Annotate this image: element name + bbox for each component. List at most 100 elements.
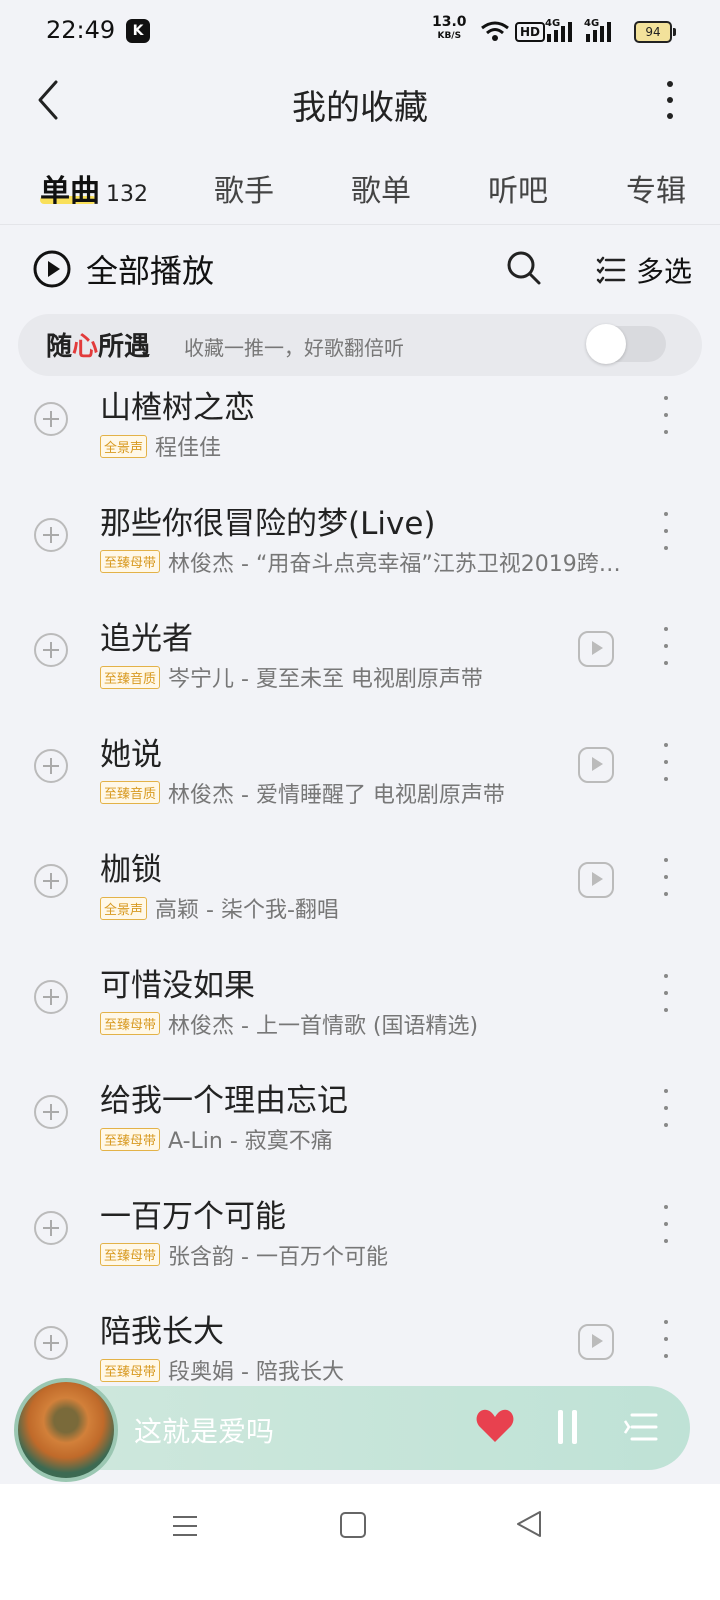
add-to-playlist-icon[interactable]: [34, 1095, 68, 1129]
toggle-knob: [586, 324, 626, 364]
status-time: 22:49: [46, 16, 116, 44]
network-speed-unit: KB/S: [437, 31, 462, 41]
quality-tag: 至臻母带: [100, 1243, 161, 1266]
add-to-playlist-icon[interactable]: [34, 517, 68, 552]
multi-select-button[interactable]: 多选: [596, 250, 692, 290]
video-play-icon[interactable]: [578, 746, 614, 783]
video-play-icon[interactable]: [578, 1324, 614, 1360]
song-more-icon[interactable]: [660, 742, 672, 783]
nav-back-icon[interactable]: [516, 1510, 542, 1538]
tab-listen-bar[interactable]: 听吧: [488, 166, 548, 210]
song-meta: 至臻母带 林俊杰 - 上一首情歌 (国语精选): [100, 1006, 630, 1042]
playlist-queue-icon[interactable]: [624, 1412, 658, 1442]
song-more-icon[interactable]: [660, 1320, 672, 1360]
encounter-subtitle: 收藏一推一，好歌翻倍听: [184, 336, 404, 360]
song-artist-album: 林俊杰 - “用奋斗点亮幸福”江苏卫视2019跨…: [168, 551, 621, 577]
song-more-icon[interactable]: [660, 858, 672, 898]
encounter-title-part-2: 所遇: [98, 332, 151, 362]
hd-voice-icon: HD: [515, 22, 546, 42]
song-title[interactable]: 枷锁: [100, 844, 162, 889]
add-to-playlist-icon[interactable]: [34, 748, 68, 783]
encounter-title-part-1: 随: [46, 332, 73, 362]
song-meta: 至臻音质 林俊杰 - 爱情睡醒了 电视剧原声带: [100, 775, 630, 811]
quality-tag: 至臻母带: [100, 1127, 161, 1151]
song-title[interactable]: 那些你很冒险的梦(Live): [100, 498, 436, 543]
song-artist-album: 林俊杰 - 爱情睡醒了 电视剧原声带: [168, 782, 505, 808]
song-artist-album: 程佳佳: [155, 436, 222, 461]
tab-singles-label: 单曲: [40, 174, 100, 209]
add-to-playlist-icon[interactable]: [34, 1326, 68, 1360]
song-meta: 至臻母带 段奥娟 - 陪我长大: [100, 1352, 630, 1386]
add-to-playlist-icon[interactable]: [34, 633, 68, 667]
song-row[interactable]: 追光者 至臻音质 岑宁儿 - 夏至未至 电视剧原声带: [0, 607, 720, 722]
tab-artists[interactable]: 歌手: [214, 166, 274, 210]
search-icon[interactable]: [506, 250, 542, 286]
song-row[interactable]: 那些你很冒险的梦(Live) 至臻母带 林俊杰 - “用奋斗点亮幸福”江苏卫视201…: [0, 492, 720, 607]
tab-playlists[interactable]: 歌单: [351, 166, 411, 210]
quality-tag: 至臻母带: [100, 1358, 161, 1382]
song-row[interactable]: 她说 至臻音质 林俊杰 - 爱情睡醒了 电视剧原声带: [0, 723, 720, 838]
song-more-icon[interactable]: [660, 973, 672, 1014]
song-more-icon[interactable]: [660, 1089, 672, 1129]
more-options-icon[interactable]: [660, 78, 680, 122]
heart-icon[interactable]: [475, 1408, 515, 1444]
song-more-icon[interactable]: [660, 396, 672, 436]
song-meta: 至臻音质 岑宁儿 - 夏至未至 电视剧原声带: [100, 659, 630, 695]
encounter-title-heart: 心: [72, 332, 99, 362]
song-row[interactable]: 枷锁 全景声 高颖 - 柒个我-翻唱: [0, 838, 720, 953]
wifi-icon: [481, 21, 509, 41]
tab-singles-count: 132: [106, 182, 148, 207]
add-to-playlist-icon[interactable]: [34, 864, 68, 898]
mini-player[interactable]: 这就是爱吗: [14, 1378, 690, 1482]
tab-singles[interactable]: 单曲 132: [40, 166, 148, 210]
song-list: 山楂树之恋 全景声 程佳佳 那些你很冒险的梦(Live) 至臻母带 林俊杰 - “用奋斗点…: [0, 376, 720, 1386]
multi-select-label: 多选: [636, 255, 693, 288]
song-artist-album: 林俊杰 - 上一首情歌 (国语精选): [168, 1013, 479, 1039]
song-meta: 至臻母带 张含韵 - 一百万个可能: [100, 1237, 630, 1273]
song-title[interactable]: 可惜没如果: [100, 960, 255, 1005]
quality-tag: 全景声: [100, 896, 148, 920]
quality-tag: 至臻音质: [100, 665, 161, 689]
song-artist-album: 段奥娟 - 陪我长大: [168, 1360, 344, 1385]
play-all-label: 全部播放: [86, 252, 215, 290]
encounter-toggle[interactable]: [586, 324, 666, 364]
video-play-icon[interactable]: [578, 862, 614, 898]
battery-icon: 94: [634, 21, 676, 43]
add-to-playlist-icon[interactable]: [34, 1210, 68, 1245]
add-to-playlist-icon[interactable]: [34, 979, 68, 1014]
song-row[interactable]: 陪我长大 至臻母带 段奥娟 - 陪我长大: [0, 1300, 720, 1386]
song-artist-album: 高颖 - 柒个我-翻唱: [155, 898, 339, 923]
encounter-title: 随心所遇: [46, 326, 150, 363]
now-playing-title[interactable]: 这就是爱吗: [134, 1410, 274, 1450]
home-icon[interactable]: [340, 1512, 366, 1538]
song-row[interactable]: 给我一个理由忘记至臻母带 A-Lin - 寂寞不痛: [0, 1069, 720, 1184]
song-title[interactable]: 给我一个理由忘记: [100, 1075, 348, 1120]
song-meta: 至臻母带 A-Lin - 寂寞不痛: [100, 1121, 630, 1157]
song-row[interactable]: 可惜没如果 至臻母带 林俊杰 - 上一首情歌 (国语精选): [0, 954, 720, 1069]
play-all-button[interactable]: 全部播放: [32, 246, 214, 292]
song-title[interactable]: 一百万个可能: [100, 1191, 286, 1236]
song-title[interactable]: 她说: [100, 729, 162, 774]
song-more-icon[interactable]: [660, 627, 672, 667]
song-title[interactable]: 追光者: [100, 613, 193, 658]
album-cover[interactable]: [14, 1378, 118, 1482]
tab-albums[interactable]: 专辑: [626, 166, 686, 210]
quality-tag: 至臻母带: [100, 550, 161, 573]
video-play-icon[interactable]: [578, 631, 614, 667]
song-title[interactable]: 山楂树之恋: [100, 382, 255, 427]
song-more-icon[interactable]: [660, 1204, 672, 1245]
song-row[interactable]: 山楂树之恋 全景声 程佳佳: [0, 376, 720, 491]
song-meta: 全景声 高颖 - 柒个我-翻唱: [100, 890, 630, 926]
signal-2-label: 4G: [584, 18, 600, 29]
song-title[interactable]: 陪我长大: [100, 1306, 224, 1351]
recent-apps-icon[interactable]: [172, 1514, 198, 1538]
signal-icon-2: 4G: [584, 18, 614, 46]
action-row: 全部播放 多选: [0, 230, 720, 310]
song-artist-album: A-Lin - 寂寞不痛: [168, 1129, 333, 1154]
add-to-playlist-icon[interactable]: [34, 402, 68, 436]
signal-icon-1: 4G: [545, 18, 575, 46]
song-row[interactable]: 一百万个可能 至臻母带 张含韵 - 一百万个可能: [0, 1185, 720, 1300]
song-more-icon[interactable]: [660, 511, 672, 552]
quality-tag: 至臻音质: [100, 781, 161, 804]
quality-tag: 至臻母带: [100, 1012, 161, 1035]
